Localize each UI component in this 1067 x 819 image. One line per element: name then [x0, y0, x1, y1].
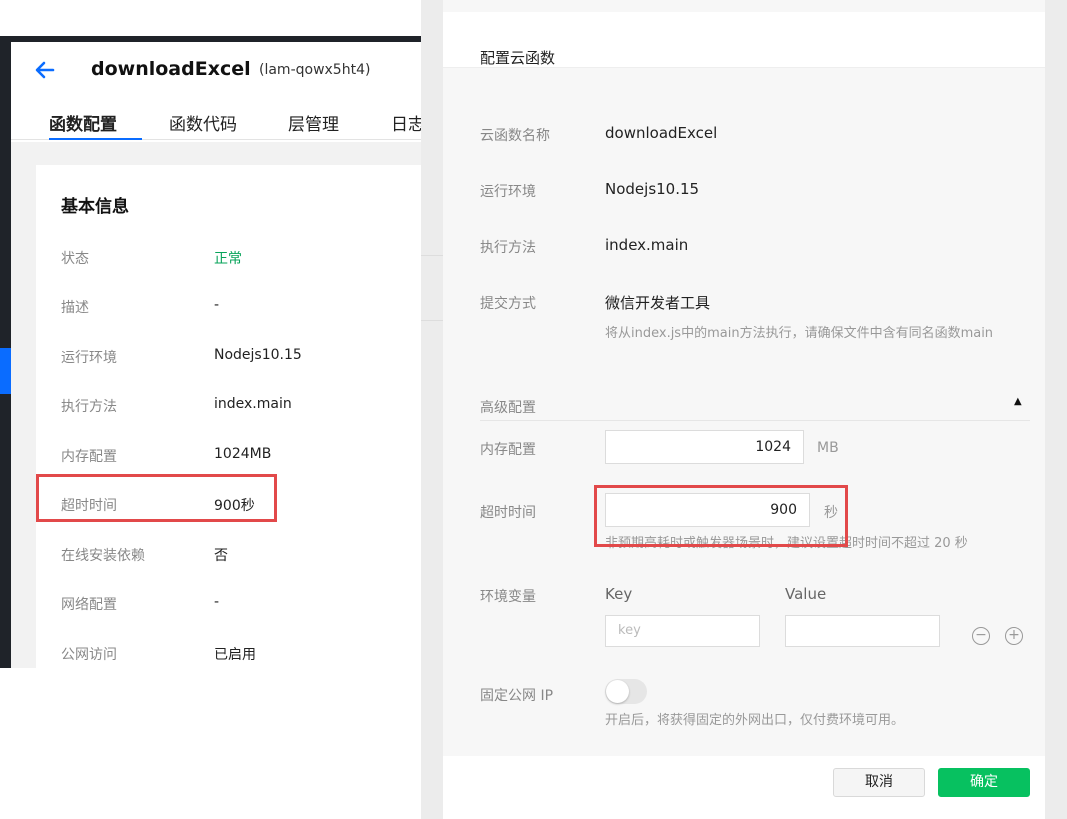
- function-detail-page: downloadExcel (lam-qowx5ht4) 函数配置 函数代码 层…: [0, 0, 421, 668]
- submit-method-hint: 将从index.js中的main方法执行，请确保文件中含有同名函数main: [605, 326, 994, 341]
- configure-function-dialog: 配置云函数 云函数名称 downloadExcel 运行环境 Nodejs10.…: [443, 0, 1045, 819]
- env-value-header: Value: [785, 585, 827, 603]
- tab-function-code[interactable]: 函数代码: [169, 110, 237, 135]
- status-label: 状态: [61, 251, 89, 267]
- function-name-label: 云函数名称: [480, 128, 550, 144]
- advanced-config-label[interactable]: 高级配置: [480, 397, 536, 417]
- caret-up-icon[interactable]: ▲: [1014, 396, 1022, 407]
- description-value: -: [214, 297, 220, 313]
- submit-method-label: 提交方式: [480, 296, 536, 312]
- confirm-button[interactable]: 确定: [938, 768, 1030, 797]
- description-label: 描述: [61, 300, 89, 316]
- online-deps-label: 在线安装依赖: [61, 548, 145, 564]
- network-config-value: -: [214, 594, 220, 610]
- toggle-knob: [606, 680, 629, 703]
- function-name-value: downloadExcel: [605, 124, 718, 142]
- status-value: 正常: [214, 251, 242, 267]
- memory-unit: MB: [817, 440, 839, 456]
- fixed-ip-toggle[interactable]: [605, 679, 647, 704]
- runtime-value: Nodejs10.15: [605, 180, 700, 198]
- tab-bar: 函数配置 函数代码 层管理 日志: [11, 100, 421, 140]
- add-env-icon[interactable]: +: [1005, 627, 1023, 645]
- env-value-input[interactable]: [785, 615, 940, 647]
- submit-method-value: 微信开发者工具: [605, 294, 711, 312]
- memory-input[interactable]: 1024: [605, 430, 804, 464]
- fixed-ip-label: 固定公网 IP: [480, 688, 554, 704]
- back-arrow-icon[interactable]: [34, 58, 56, 82]
- env-vars-label: 环境变量: [480, 589, 536, 605]
- overlay-gap: [421, 0, 443, 819]
- active-tab-underline: [49, 138, 142, 140]
- handler-value: index.main: [214, 396, 292, 412]
- fixed-ip-hint: 开启后，将获得固定的外网出口，仅付费环境可用。: [605, 713, 905, 728]
- memory-label: 内存配置: [480, 442, 536, 458]
- public-access-label: 公网访问: [61, 647, 117, 663]
- side-nav-active-marker: [0, 348, 11, 394]
- network-config-label: 网络配置: [61, 597, 117, 613]
- timeout-label: 超时时间: [480, 505, 536, 521]
- public-access-value: 已启用: [214, 647, 256, 663]
- overlay-right-edge: [1045, 0, 1067, 819]
- env-key-header: Key: [605, 585, 633, 603]
- basic-info-card: [36, 165, 421, 668]
- advanced-divider: [480, 420, 1030, 421]
- handler-label: 执行方法: [480, 240, 536, 256]
- env-key-input[interactable]: key: [605, 615, 760, 647]
- timeout-highlight-box-right: [594, 485, 848, 547]
- runtime-label: 运行环境: [61, 350, 117, 366]
- handler-label: 执行方法: [61, 399, 117, 415]
- basic-info-title: 基本信息: [61, 197, 129, 217]
- memory-value: 1024MB: [214, 446, 272, 462]
- handler-value: index.main: [605, 236, 689, 254]
- function-id: (lam-qowx5ht4): [259, 62, 371, 78]
- timeout-highlight-box-left: [36, 474, 277, 522]
- tab-layer-management[interactable]: 层管理: [288, 110, 339, 135]
- remove-env-icon[interactable]: −: [972, 627, 990, 645]
- cancel-button[interactable]: 取消: [833, 768, 925, 797]
- tab-logs[interactable]: 日志: [391, 110, 421, 135]
- online-deps-value: 否: [214, 548, 228, 564]
- function-name-title: downloadExcel: [91, 58, 251, 80]
- runtime-label: 运行环境: [480, 184, 536, 200]
- page-top-blank: [0, 0, 421, 36]
- dialog-title: 配置云函数: [480, 49, 556, 67]
- tab-function-config[interactable]: 函数配置: [49, 110, 117, 135]
- runtime-value: Nodejs10.15: [214, 347, 302, 363]
- memory-label: 内存配置: [61, 449, 117, 465]
